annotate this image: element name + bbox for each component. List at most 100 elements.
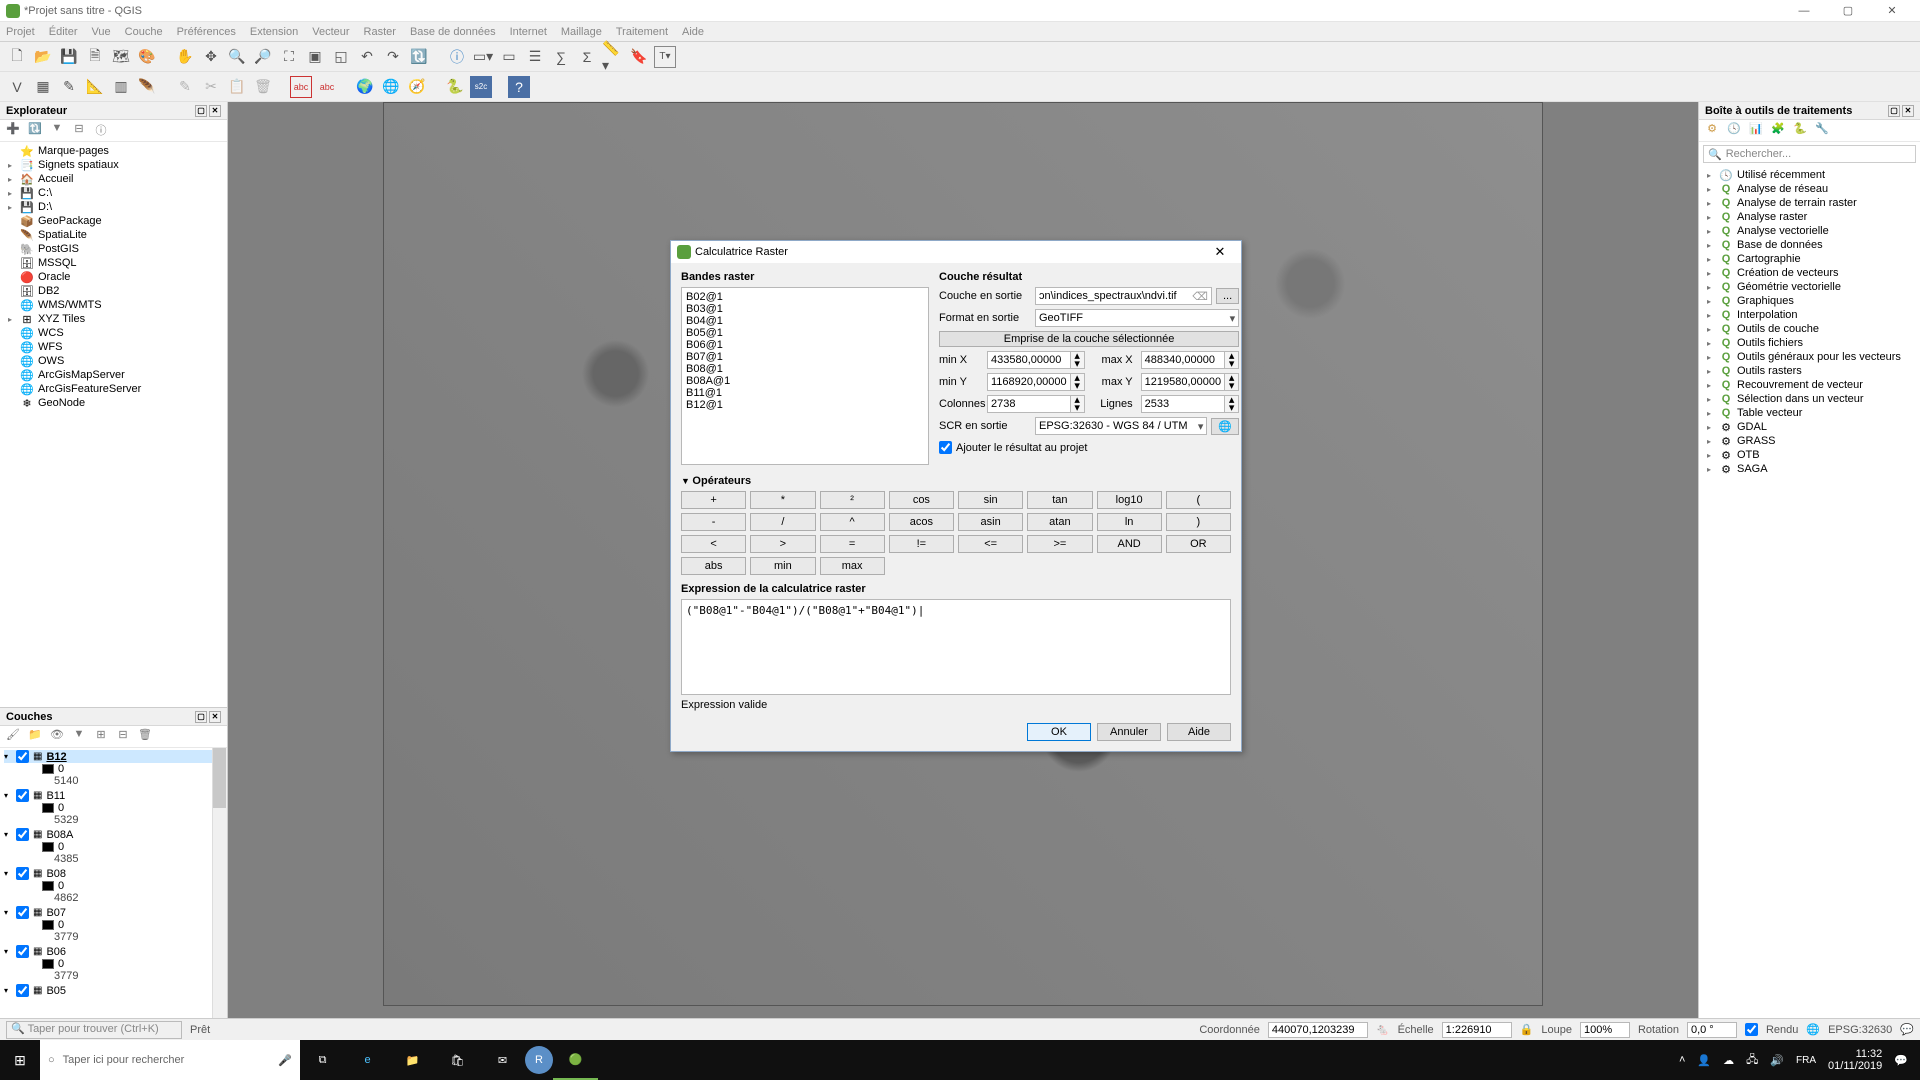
- band-item[interactable]: B02@1: [686, 291, 924, 303]
- layer-item[interactable]: ▾▦B08: [4, 867, 223, 880]
- explorer-item[interactable]: ❄GeoNode: [4, 396, 223, 410]
- toolbox-item[interactable]: ▸⚙GDAL: [1703, 420, 1916, 434]
- properties-icon[interactable]: ⓘ: [92, 122, 110, 140]
- explorer-item[interactable]: ▸💾C:\: [4, 186, 223, 200]
- s2c-icon[interactable]: s2c: [470, 76, 492, 98]
- menu-préférences[interactable]: Préférences: [177, 26, 236, 38]
- explorer-item[interactable]: 🔴Oracle: [4, 270, 223, 284]
- minimize-button[interactable]: —: [1782, 5, 1826, 17]
- save-as-icon[interactable]: 🗎: [84, 46, 106, 68]
- explorer-item[interactable]: 🗄MSSQL: [4, 256, 223, 270]
- toolbox-search[interactable]: 🔍 Rechercher...: [1703, 145, 1916, 163]
- zoom-full-icon[interactable]: ⛶: [278, 46, 300, 68]
- explorer-item[interactable]: 🌐WMS/WMTS: [4, 298, 223, 312]
- band-item[interactable]: B06@1: [686, 339, 924, 351]
- operator-button[interactable]: >=: [1027, 535, 1092, 553]
- operator-button[interactable]: abs: [681, 557, 746, 575]
- vector-layer-icon[interactable]: V: [6, 76, 28, 98]
- rotation-field[interactable]: [1687, 1022, 1737, 1038]
- operator-button[interactable]: *: [750, 491, 815, 509]
- pan-selection-icon[interactable]: ✥: [200, 46, 222, 68]
- toolbox-item[interactable]: ▸QAnalyse raster: [1703, 210, 1916, 224]
- style-manager-icon[interactable]: 🎨: [136, 46, 158, 68]
- operator-button[interactable]: <: [681, 535, 746, 553]
- script-icon[interactable]: 🐍: [1791, 122, 1809, 140]
- magnifier-field[interactable]: [1580, 1022, 1630, 1038]
- extents-icon[interactable]: 🐁: [1376, 1023, 1390, 1036]
- operator-button[interactable]: ^: [820, 513, 885, 531]
- menu-raster[interactable]: Raster: [364, 26, 396, 38]
- explorer-item[interactable]: 🗄DB2: [4, 284, 223, 298]
- miny-field[interactable]: 1168920,00000: [987, 373, 1071, 391]
- operator-button[interactable]: min: [750, 557, 815, 575]
- zoom-out-icon[interactable]: 🔎: [252, 46, 274, 68]
- band-item[interactable]: B11@1: [686, 387, 924, 399]
- browse-button[interactable]: ...: [1216, 288, 1239, 304]
- layer-extent-button[interactable]: Emprise de la couche sélectionnée: [939, 331, 1239, 347]
- menu-couche[interactable]: Couche: [125, 26, 163, 38]
- add-to-project-checkbox[interactable]: [939, 441, 952, 454]
- pan-icon[interactable]: ✋: [174, 46, 196, 68]
- lang-icon[interactable]: FRA: [1796, 1055, 1816, 1066]
- band-item[interactable]: B07@1: [686, 351, 924, 363]
- new-gpkg-icon[interactable]: ▥: [110, 76, 132, 98]
- panel-undock-icon[interactable]: ▢: [1888, 105, 1900, 117]
- maxy-field[interactable]: 1219580,00000: [1141, 373, 1225, 391]
- panel-close-icon[interactable]: ✕: [1902, 105, 1914, 117]
- people-icon[interactable]: 👤: [1697, 1054, 1711, 1067]
- operator-button[interactable]: log10: [1097, 491, 1162, 509]
- toolbox-item[interactable]: ▸QRecouvrement de vecteur: [1703, 378, 1916, 392]
- layers-list[interactable]: ▾▦B1205140▾▦B1105329▾▦B08A04385▾▦B080486…: [0, 748, 227, 1018]
- toolbox-item[interactable]: ▸QCréation de vecteurs: [1703, 266, 1916, 280]
- operator-button[interactable]: atan: [1027, 513, 1092, 531]
- refresh-icon[interactable]: 🔃: [408, 46, 430, 68]
- menu-extension[interactable]: Extension: [250, 26, 298, 38]
- file-explorer-icon[interactable]: 📁: [390, 1040, 435, 1080]
- explorer-item[interactable]: ▸💾D:\: [4, 200, 223, 214]
- operator-button[interactable]: tan: [1027, 491, 1092, 509]
- operator-button[interactable]: OR: [1166, 535, 1231, 553]
- locator-input[interactable]: 🔍 Taper pour trouver (Ctrl+K): [6, 1021, 182, 1039]
- identify-icon[interactable]: ⓘ: [446, 46, 468, 68]
- store-icon[interactable]: 🛍: [435, 1040, 480, 1080]
- band-item[interactable]: B04@1: [686, 315, 924, 327]
- remove-layer-icon[interactable]: 🗑: [136, 728, 154, 746]
- explorer-item[interactable]: 📦GeoPackage: [4, 214, 223, 228]
- toolbox-item[interactable]: ▸QAnalyse de réseau: [1703, 182, 1916, 196]
- edge-icon[interactable]: e: [345, 1040, 390, 1080]
- cancel-button[interactable]: Annuler: [1097, 723, 1161, 741]
- explorer-item[interactable]: 🌐WCS: [4, 326, 223, 340]
- menu-internet[interactable]: Internet: [510, 26, 547, 38]
- toolbox-item[interactable]: ▸QAnalyse de terrain raster: [1703, 196, 1916, 210]
- start-button[interactable]: ⊞: [0, 1040, 40, 1080]
- operator-button[interactable]: sin: [958, 491, 1023, 509]
- mail-icon[interactable]: ✉: [480, 1040, 525, 1080]
- operator-button[interactable]: <=: [958, 535, 1023, 553]
- toolbox-item[interactable]: ▸QBase de données: [1703, 238, 1916, 252]
- zoom-in-icon[interactable]: 🔍: [226, 46, 248, 68]
- operator-button[interactable]: acos: [889, 513, 954, 531]
- map-canvas[interactable]: Calculatrice Raster ✕ Bandes raster B02@…: [228, 102, 1698, 1018]
- open-project-icon[interactable]: 📂: [32, 46, 54, 68]
- text-annotation-icon[interactable]: T▾: [654, 46, 676, 68]
- toolbox-item[interactable]: ▸QOutils fichiers: [1703, 336, 1916, 350]
- clock[interactable]: 11:3201/11/2019: [1828, 1048, 1882, 1072]
- explorer-item[interactable]: 🌐OWS: [4, 354, 223, 368]
- rows-field[interactable]: 2533: [1141, 395, 1225, 413]
- crs-combo[interactable]: EPSG:32630 - WGS 84 / UTM: [1035, 417, 1207, 435]
- notifications-icon[interactable]: 💬: [1894, 1054, 1908, 1067]
- toolbox-item[interactable]: ▸QCartographie: [1703, 252, 1916, 266]
- refresh-icon[interactable]: 🔃: [26, 122, 44, 140]
- zoom-selection-icon[interactable]: ▣: [304, 46, 326, 68]
- operator-button[interactable]: =: [820, 535, 885, 553]
- menu-vecteur[interactable]: Vecteur: [312, 26, 349, 38]
- visibility-icon[interactable]: 👁: [48, 728, 66, 746]
- zoom-next-icon[interactable]: ↷: [382, 46, 404, 68]
- panel-close-icon[interactable]: ✕: [209, 105, 221, 117]
- toolbox-item[interactable]: ▸QSélection dans un vecteur: [1703, 392, 1916, 406]
- toolbox-item[interactable]: ▸QOutils généraux pour les vecteurs: [1703, 350, 1916, 364]
- operator-button[interactable]: max: [820, 557, 885, 575]
- render-checkbox[interactable]: [1745, 1023, 1758, 1036]
- explorer-item[interactable]: 🌐ArcGisFeatureServer: [4, 382, 223, 396]
- maximize-button[interactable]: ▢: [1826, 4, 1870, 17]
